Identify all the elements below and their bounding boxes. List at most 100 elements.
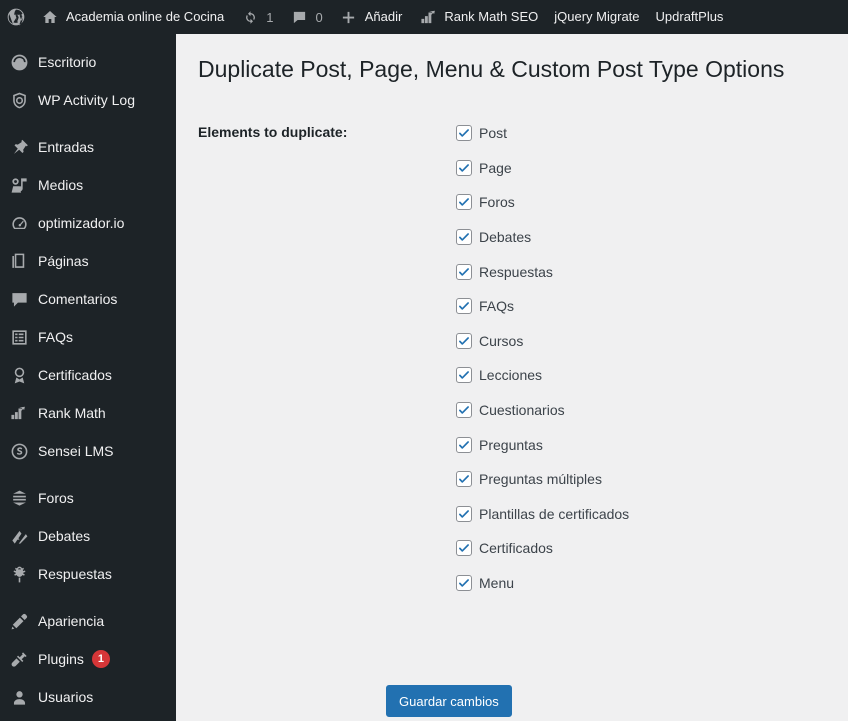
checkbox-row[interactable]: Lecciones — [456, 358, 629, 393]
adminbar-item-a-adir[interactable]: Añadir — [331, 0, 411, 34]
plugins-plug-icon — [10, 649, 38, 669]
comment-icon — [10, 289, 38, 309]
checkbox-post[interactable] — [456, 125, 472, 142]
checkbox-faqs[interactable] — [456, 298, 472, 315]
adminbar-item-academia-online-de-cocina[interactable]: Academia online de Cocina — [32, 0, 232, 34]
checkbox-label: Cursos — [479, 332, 524, 349]
checkbox-row[interactable]: Preguntas — [456, 427, 629, 462]
admin-sidebar-menu: Escritorio WP Activity Log Entradas Medios o… — [0, 34, 176, 721]
checkbox-label: Cuestionarios — [479, 402, 565, 419]
page-title: Duplicate Post, Page, Menu & Custom Post… — [198, 56, 785, 82]
adminbar-item-jquery-migrate[interactable]: jQuery Migrate — [546, 0, 647, 34]
sidebar-item-apariencia[interactable]: Apariencia — [0, 602, 176, 640]
checkbox-menu[interactable] — [456, 575, 472, 592]
checkbox-lecciones[interactable] — [456, 367, 472, 384]
adminbar-item-rank-math-seo[interactable]: Rank Math SEO — [410, 0, 546, 34]
sidebar-item-comentarios[interactable]: Comentarios — [0, 280, 176, 318]
sidebar-item-label: Medios — [38, 177, 84, 193]
comment-bubble-icon — [290, 7, 310, 27]
sidebar-item-label: Rank Math — [38, 405, 106, 421]
plus-icon — [339, 7, 359, 27]
users-icon — [10, 687, 38, 707]
sidebar-item-faqs[interactable]: FAQs — [0, 318, 176, 356]
admin-bar: Academia online de Cocina 1 0 Añadir Rank Ma… — [0, 0, 848, 34]
sidebar-item-entradas[interactable]: Entradas — [0, 128, 176, 166]
checkbox-row[interactable]: Foros — [456, 185, 629, 220]
media-icon — [10, 175, 38, 195]
menu-group: Entradas Medios optimizador.io Páginas Comen… — [0, 128, 176, 470]
gauge-icon — [10, 213, 38, 233]
award-icon — [10, 365, 38, 385]
adminbar-item-comment-bubble-icon[interactable]: 0 — [282, 0, 331, 34]
sidebar-item-escritorio[interactable]: Escritorio — [0, 43, 176, 81]
checkbox-certificados[interactable] — [456, 540, 472, 557]
sidebar-item-respuestas[interactable]: Respuestas — [0, 555, 176, 593]
checkbox-row[interactable]: Page — [456, 151, 629, 186]
sidebar-item-usuarios[interactable]: Usuarios — [0, 678, 176, 716]
checkbox-label: Preguntas múltiples — [479, 471, 602, 488]
menu-separator — [0, 34, 176, 43]
sidebar-item-label: Certificados — [38, 367, 112, 383]
adminbar-item-count: 1 — [266, 9, 274, 25]
checkbox-label: Page — [479, 159, 512, 176]
checkbox-label: Lecciones — [479, 367, 543, 384]
menu-group: Escritorio WP Activity Log — [0, 43, 176, 119]
checkbox-page[interactable] — [456, 159, 472, 176]
checkbox-row[interactable]: Debates — [456, 220, 629, 255]
sidebar-item-label: optimizador.io — [38, 215, 125, 231]
checkbox-row[interactable]: Post — [456, 116, 629, 151]
replies-icon — [10, 564, 38, 584]
adminbar-item-label: Añadir — [364, 9, 403, 24]
sidebar-item-wp-activity-log[interactable]: WP Activity Log — [0, 81, 176, 119]
sidebar-item-label: Comentarios — [38, 291, 118, 307]
checkbox-foros[interactable] — [456, 194, 472, 211]
rank-math-icon — [418, 7, 438, 27]
adminbar-item-wordpress-logo-icon[interactable] — [0, 0, 32, 34]
checkbox-debates[interactable] — [456, 229, 472, 246]
checkbox-row[interactable]: Respuestas — [456, 254, 629, 289]
checkbox-label: Respuestas — [479, 263, 553, 280]
sidebar-item-debates[interactable]: Debates — [0, 517, 176, 555]
checkbox-row[interactable]: FAQs — [456, 289, 629, 324]
adminbar-item-label: jQuery Migrate — [554, 9, 640, 24]
checkbox-cursos[interactable] — [456, 332, 472, 349]
sidebar-item-p-ginas[interactable]: Páginas — [0, 242, 176, 280]
home-icon — [40, 7, 60, 27]
sidebar-item-optimizador-io[interactable]: optimizador.io — [0, 204, 176, 242]
forums-icon — [10, 488, 38, 508]
main-content-area: Duplicate Post, Page, Menu & Custom Post… — [176, 34, 848, 721]
save-changes-button[interactable]: Guardar cambios — [386, 685, 512, 717]
sidebar-item-label: Foros — [38, 490, 74, 506]
sidebar-item-plugins[interactable]: Plugins 1 — [0, 640, 176, 678]
checkbox-row[interactable]: Cursos — [456, 324, 629, 359]
checkbox-row[interactable]: Plantillas de certificados — [456, 497, 629, 532]
adminbar-item-updraftplus[interactable]: UpdraftPlus — [648, 0, 732, 34]
menu-group: Apariencia Plugins 1 Usuarios — [0, 602, 176, 716]
adminbar-item-updates-icon[interactable]: 1 — [232, 0, 281, 34]
checkbox-row[interactable]: Cuestionarios — [456, 393, 629, 428]
checkbox-row[interactable]: Certificados — [456, 531, 629, 566]
sidebar-item-label: Debates — [38, 528, 91, 544]
checkbox-label: Menu — [479, 575, 515, 592]
sidebar-item-certificados[interactable]: Certificados — [0, 356, 176, 394]
sidebar-item-foros[interactable]: Foros — [0, 479, 176, 517]
elements-checkbox-list: Post Page Foros Debates Respuestas FAQs Cursos… — [456, 116, 629, 600]
wordpress-logo-icon — [6, 7, 26, 27]
checkbox-row[interactable]: Preguntas múltiples — [456, 462, 629, 497]
checkbox-label: Plantillas de certificados — [479, 505, 630, 522]
sidebar-item-label: Páginas — [38, 253, 89, 269]
checkbox-cuestionarios[interactable] — [456, 402, 472, 419]
menu-separator — [0, 119, 176, 128]
appearance-brush-icon — [10, 611, 38, 631]
checkbox-preguntas-m-ltiples[interactable] — [456, 471, 472, 488]
checkbox-plantillas-de-certificados[interactable] — [456, 505, 472, 522]
sidebar-item-label: Plugins — [38, 651, 84, 667]
sidebar-item-sensei-lms[interactable]: Sensei LMS — [0, 432, 176, 470]
sidebar-item-rank-math[interactable]: Rank Math — [0, 394, 176, 432]
pages-icon — [10, 251, 38, 271]
checkbox-respuestas[interactable] — [456, 263, 472, 280]
checkbox-preguntas[interactable] — [456, 436, 472, 453]
checkbox-label: FAQs — [479, 298, 515, 315]
sidebar-item-medios[interactable]: Medios — [0, 166, 176, 204]
checkbox-row[interactable]: Menu — [456, 566, 629, 601]
